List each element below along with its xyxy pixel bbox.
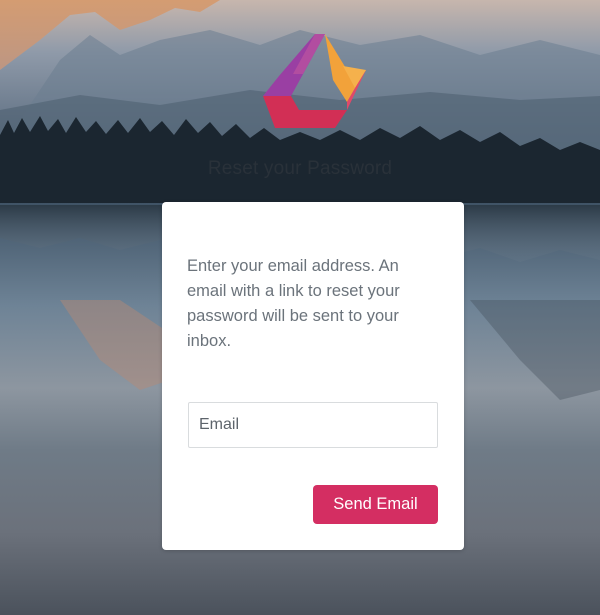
instructions-text: Enter your email address. An email with …: [187, 257, 400, 350]
send-email-button[interactable]: Send Email: [313, 485, 438, 524]
email-input[interactable]: [188, 402, 438, 448]
page-title: Reset your Password: [207, 158, 393, 179]
reset-password-card: Enter your email address. An email with …: [162, 202, 464, 550]
brand-logo-icon: [263, 34, 366, 128]
